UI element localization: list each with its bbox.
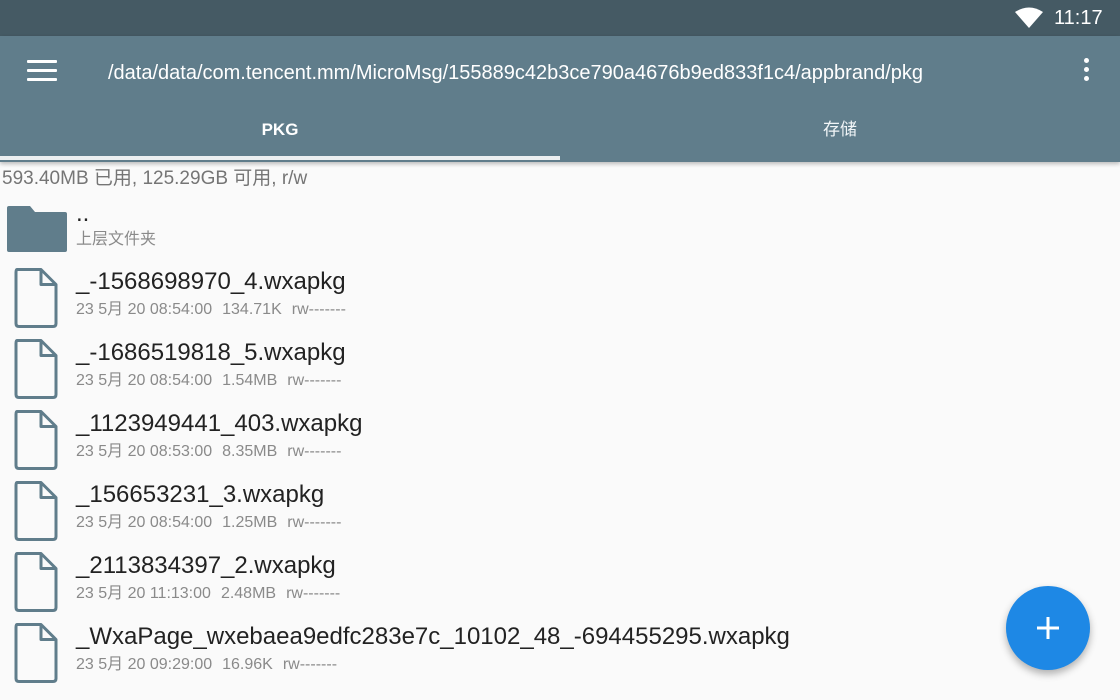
file-date: 23 5月 20 08:53:00	[76, 443, 213, 460]
file-meta: 23 5月 20 08:53:00 8.35MB rw-------	[76, 442, 351, 462]
file-size: 1.54MB	[222, 372, 278, 389]
more-vert-icon[interactable]	[1076, 58, 1096, 88]
plus-icon	[1037, 617, 1059, 639]
app-bar: /data/data/com.tencent.mm/MicroMsg/15588…	[0, 36, 1120, 162]
tab-pkg[interactable]: PKG	[0, 106, 560, 162]
file-size: 16.96K	[222, 656, 273, 673]
file-meta: 23 5月 20 08:54:00 1.54MB rw-------	[76, 371, 351, 391]
file-name: _-1686519818_5.wxapkg	[76, 339, 346, 366]
tab-storage[interactable]: 存储	[560, 106, 1120, 162]
parent-folder-name: ..	[76, 200, 90, 227]
parent-folder-row[interactable]: .. 上层文件夹	[0, 200, 980, 268]
file-row[interactable]: _-1568698970_4.wxapkg 23 5月 20 08:54:00 1…	[0, 268, 980, 332]
folder-icon	[7, 206, 67, 252]
file-name: _2113834397_2.wxapkg	[76, 552, 336, 579]
file-name: _156653231_3.wxapkg	[76, 481, 325, 508]
file-size: 2.48MB	[220, 585, 277, 602]
file-name: _1123949441_403.wxapkg	[76, 410, 363, 437]
current-path: /data/data/com.tencent.mm/MicroMsg/15588…	[108, 62, 924, 84]
file-date: 23 5月 20 08:54:00	[76, 372, 213, 389]
file-row[interactable]: _-1686519818_5.wxapkg 23 5月 20 08:54:00 1…	[0, 339, 980, 403]
file-icon	[14, 410, 58, 470]
file-row[interactable]: _156653231_3.wxapkg 23 5月 20 08:54:00 1.2…	[0, 481, 980, 545]
file-row[interactable]: _1123949441_403.wxapkg 23 5月 20 08:53:00…	[0, 410, 980, 474]
file-icon	[14, 552, 58, 612]
parent-folder-subtitle: 上层文件夹	[76, 231, 157, 248]
status-time: 11:17	[1054, 7, 1103, 29]
file-icon	[14, 623, 58, 683]
file-perms: rw-------	[282, 656, 338, 673]
file-name: _WxaPage_wxebaea9edfc283e7c_10102_48_-69…	[76, 623, 790, 650]
file-date: 23 5月 20 11:13:00	[76, 585, 211, 602]
file-perms: rw-------	[287, 514, 342, 531]
storage-info: 593.40MB 已用, 125.29GB 可用, r/w	[2, 168, 308, 189]
status-bar: 11:17	[0, 0, 1120, 36]
file-perms: rw-------	[287, 443, 342, 460]
file-date: 23 5月 20 08:54:00	[76, 514, 213, 531]
file-meta: 23 5月 20 09:29:00 16.96K rw-------	[76, 655, 347, 675]
file-date: 23 5月 20 08:54:00	[76, 301, 213, 318]
file-name: _-1568698970_4.wxapkg	[76, 268, 346, 295]
file-meta: 23 5月 20 11:13:00 2.48MB rw-------	[76, 584, 350, 604]
file-icon	[14, 339, 58, 399]
file-icon	[14, 481, 58, 541]
file-size: 134.71K	[222, 301, 282, 318]
add-fab-button[interactable]	[1006, 586, 1090, 670]
file-icon	[14, 268, 58, 328]
menu-icon[interactable]	[27, 60, 57, 84]
file-perms: rw-------	[286, 585, 341, 602]
file-meta: 23 5月 20 08:54:00 134.71K rw-------	[76, 300, 356, 320]
wifi-icon	[1015, 7, 1043, 28]
file-meta: 23 5月 20 08:54:00 1.25MB rw-------	[76, 513, 351, 533]
file-perms: rw-------	[291, 301, 346, 318]
file-perms: rw-------	[287, 372, 342, 389]
file-size: 1.25MB	[222, 514, 278, 531]
tab-indicator	[0, 156, 560, 160]
file-row[interactable]: _WxaPage_wxebaea9edfc283e7c_10102_48_-69…	[0, 623, 980, 687]
file-date: 23 5月 20 09:29:00	[76, 656, 213, 673]
file-row[interactable]: _2113834397_2.wxapkg 23 5月 20 11:13:00 2.…	[0, 552, 980, 616]
file-size: 8.35MB	[222, 443, 278, 460]
